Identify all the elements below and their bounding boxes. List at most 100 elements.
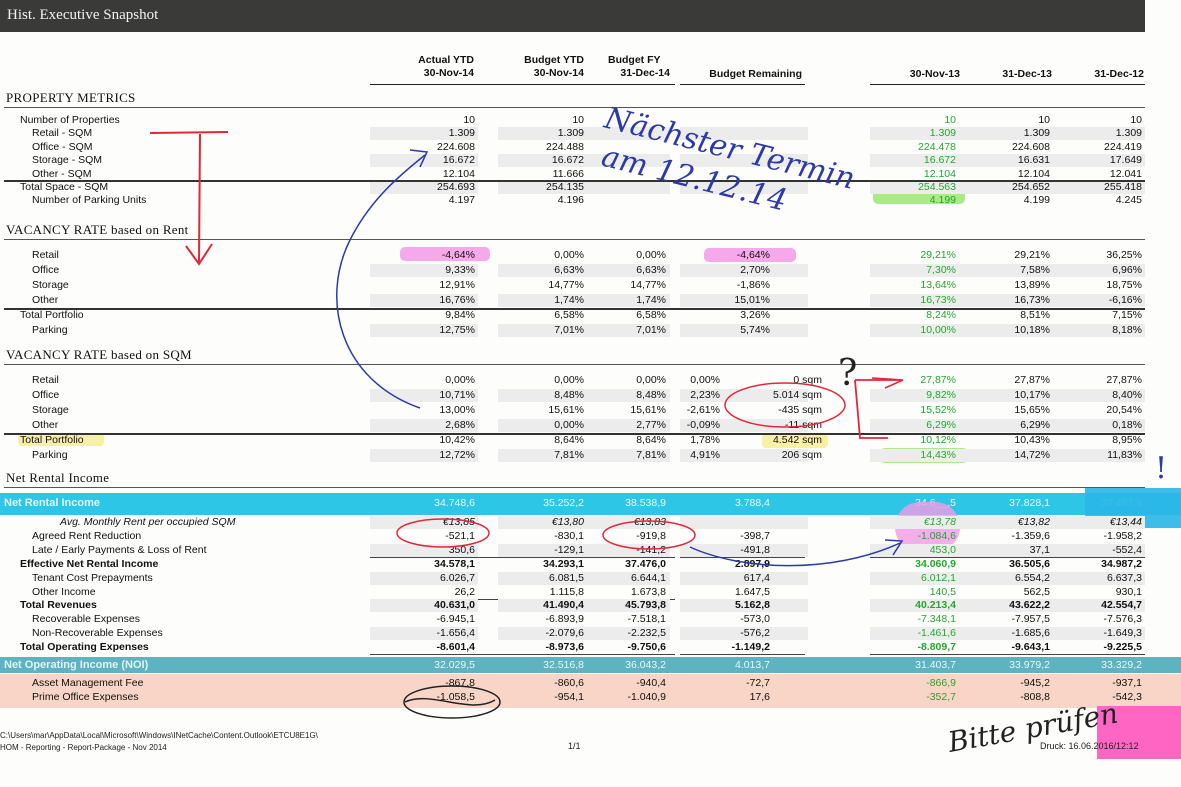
- cell-b: 8,48%: [554, 389, 584, 401]
- row-label: Office: [32, 264, 60, 276]
- cell-h3: -542,3: [1112, 690, 1142, 703]
- cell-h3: 34.987,2: [1101, 557, 1142, 570]
- row-label: Other: [32, 294, 59, 306]
- table-row: Retail - SQM 1.309 1.309 1.309 1.309 1.309: [0, 127, 1181, 140]
- cell-h2: 224.608: [1012, 140, 1050, 153]
- cell-h1: -7.348,1: [917, 613, 956, 626]
- section-rule: [4, 107, 1145, 108]
- cell-b: 10: [572, 114, 584, 126]
- cell-b: -830,1: [554, 529, 584, 542]
- cell-c: €13,83: [633, 516, 666, 528]
- cell-d: -2,61%: [686, 404, 720, 416]
- row-label: Agreed Rent Reduction: [32, 529, 142, 542]
- cell-b: -129,1: [554, 543, 584, 556]
- cell-a: 12,72%: [439, 449, 475, 461]
- cell-b: 0,00%: [554, 419, 584, 431]
- row-label: Number of Properties: [20, 114, 120, 126]
- cell-h1: 10: [944, 114, 956, 126]
- cell-h1: 27,87%: [920, 374, 956, 386]
- row-label: Storage: [32, 279, 69, 291]
- cell-h3: €13,44: [1109, 516, 1142, 528]
- cell-h1: 29,21%: [920, 249, 956, 261]
- table-row: Other - SQM 12.104 11.666 12.104 12.104 12.04…: [0, 168, 1181, 181]
- table-row: Other 2,68% 0,00% 2,77% -0,09% 6,29% 6,29% 0,18…: [0, 419, 1181, 432]
- footer-report-name: HOM - Reporting - Report-Package - Nov 2…: [0, 743, 167, 752]
- cell-h2: 10,17%: [1014, 389, 1050, 401]
- cell-a: -521,1: [445, 529, 475, 542]
- cell-a: 16.672: [442, 154, 475, 167]
- row-label: Office - SQM: [32, 140, 93, 153]
- cell-a: -867,8: [445, 677, 475, 689]
- header-budget-remaining: Budget Remaining: [709, 68, 802, 80]
- table-row: Prime Office Expenses -1.058,5 -954,1 -1.04…: [0, 691, 1181, 704]
- band-value: 3.788,4: [734, 497, 770, 509]
- cell-h1: 10,00%: [920, 324, 956, 336]
- table-row: Total Portfolio 9,84% 6,58% 6,58% 3,26% 8,24%…: [0, 309, 1181, 322]
- cell-b: 41.490,4: [543, 599, 584, 612]
- row-label: Other Income: [32, 585, 96, 598]
- cell-b: 0,00%: [554, 249, 584, 261]
- cell-b: 6,58%: [554, 309, 584, 321]
- row-label: Parking: [32, 449, 68, 461]
- header-budget-fy: Budget FY 31-Dec-14: [580, 54, 670, 80]
- cell-h2: 27,87%: [1014, 374, 1050, 386]
- cell-b: 16.672: [551, 154, 584, 167]
- band-value: 32.029,5: [434, 659, 475, 671]
- cell-h2: 37,1: [1029, 543, 1050, 556]
- cell-h2: 10,43%: [1014, 434, 1050, 446]
- header-actual-ytd: Actual YTD 30-Nov-14: [384, 54, 474, 80]
- cell-h3: 42.554,7: [1101, 599, 1142, 612]
- table-row: Recoverable Expenses -6.945,1 -6.893,9 -7.5…: [0, 613, 1181, 626]
- cell-h2: 36.505,6: [1009, 557, 1050, 570]
- header-31-dec-13: 31-Dec-13: [1002, 68, 1052, 80]
- cell-h3: 36,25%: [1106, 249, 1142, 261]
- row-label: Retail - SQM: [32, 127, 93, 140]
- cell-h2: -7.957,5: [1011, 613, 1050, 626]
- cell-h1: 13,64%: [920, 279, 956, 291]
- cell-h3: -9.225,5: [1103, 641, 1142, 654]
- cell-h2: 1.309: [1023, 127, 1050, 140]
- cell-d: 2.897,9: [734, 557, 770, 570]
- cell-c: 1,74%: [636, 294, 666, 306]
- cell-a: -1.656,4: [436, 627, 475, 640]
- cell-c: -9.750,6: [627, 641, 666, 654]
- cell-h3: 27,87%: [1106, 374, 1142, 386]
- cell-h2: 6,29%: [1020, 419, 1050, 431]
- cell-d: -576,2: [740, 627, 770, 640]
- cell-c: -1.040,9: [627, 690, 666, 703]
- cell-b: 254.135: [546, 181, 584, 193]
- cell-b: -6.893,9: [545, 613, 584, 626]
- cell-h1: 140,5: [929, 585, 956, 598]
- table-row: Non-Recoverable Expenses -1.656,4 -2.079,6…: [0, 627, 1181, 640]
- cell-a: 12.104: [442, 167, 475, 180]
- cell-b: -2.079,6: [545, 627, 584, 640]
- table-row: Retail 0,00% 0,00% 0,00% 0,00% 27,87% 27,87% 27…: [0, 374, 1181, 387]
- header-date: 31-Dec-14: [620, 67, 670, 79]
- band-label: Net Operating Income (NOI): [4, 659, 149, 671]
- cell-h2: 10: [1038, 114, 1050, 126]
- cell-h1: €13,78: [923, 516, 956, 528]
- section-net-rental-income: Net Rental Income: [6, 470, 110, 485]
- band-value: 33.329,2: [1101, 659, 1142, 671]
- cell-h3: 224.419: [1104, 140, 1142, 153]
- cell-b: 224.488: [546, 140, 584, 153]
- table-row: Retail -4,64% 0,00% 0,00% -4,64% 29,21% 29,21%…: [0, 249, 1181, 262]
- cell-d: 5,74%: [740, 324, 770, 336]
- cell-a: 10: [463, 114, 475, 126]
- cell-b: 6.081,5: [548, 571, 584, 584]
- cell-h2: 14,72%: [1014, 449, 1050, 461]
- row-label: Recoverable Expenses: [32, 613, 140, 626]
- cell-d: -1,86%: [736, 279, 770, 291]
- cell-h2: 7,58%: [1020, 264, 1050, 276]
- cell-d: 3,26%: [740, 309, 770, 321]
- header-rule: [870, 84, 1145, 85]
- row-label: Number of Parking Units: [32, 194, 147, 207]
- cell-d: 5.162,8: [734, 599, 770, 612]
- cell-h3: 6,96%: [1112, 264, 1142, 276]
- subtotal-rule: [680, 654, 805, 656]
- row-label: Effective Net Rental Income: [20, 557, 159, 570]
- cell-a: -1.058,5: [436, 690, 475, 703]
- cell-d: -491,8: [740, 543, 770, 556]
- cell-c: 37.476,0: [625, 557, 666, 570]
- section-vacancy-sqm: VACANCY RATE based on SQM: [6, 347, 192, 362]
